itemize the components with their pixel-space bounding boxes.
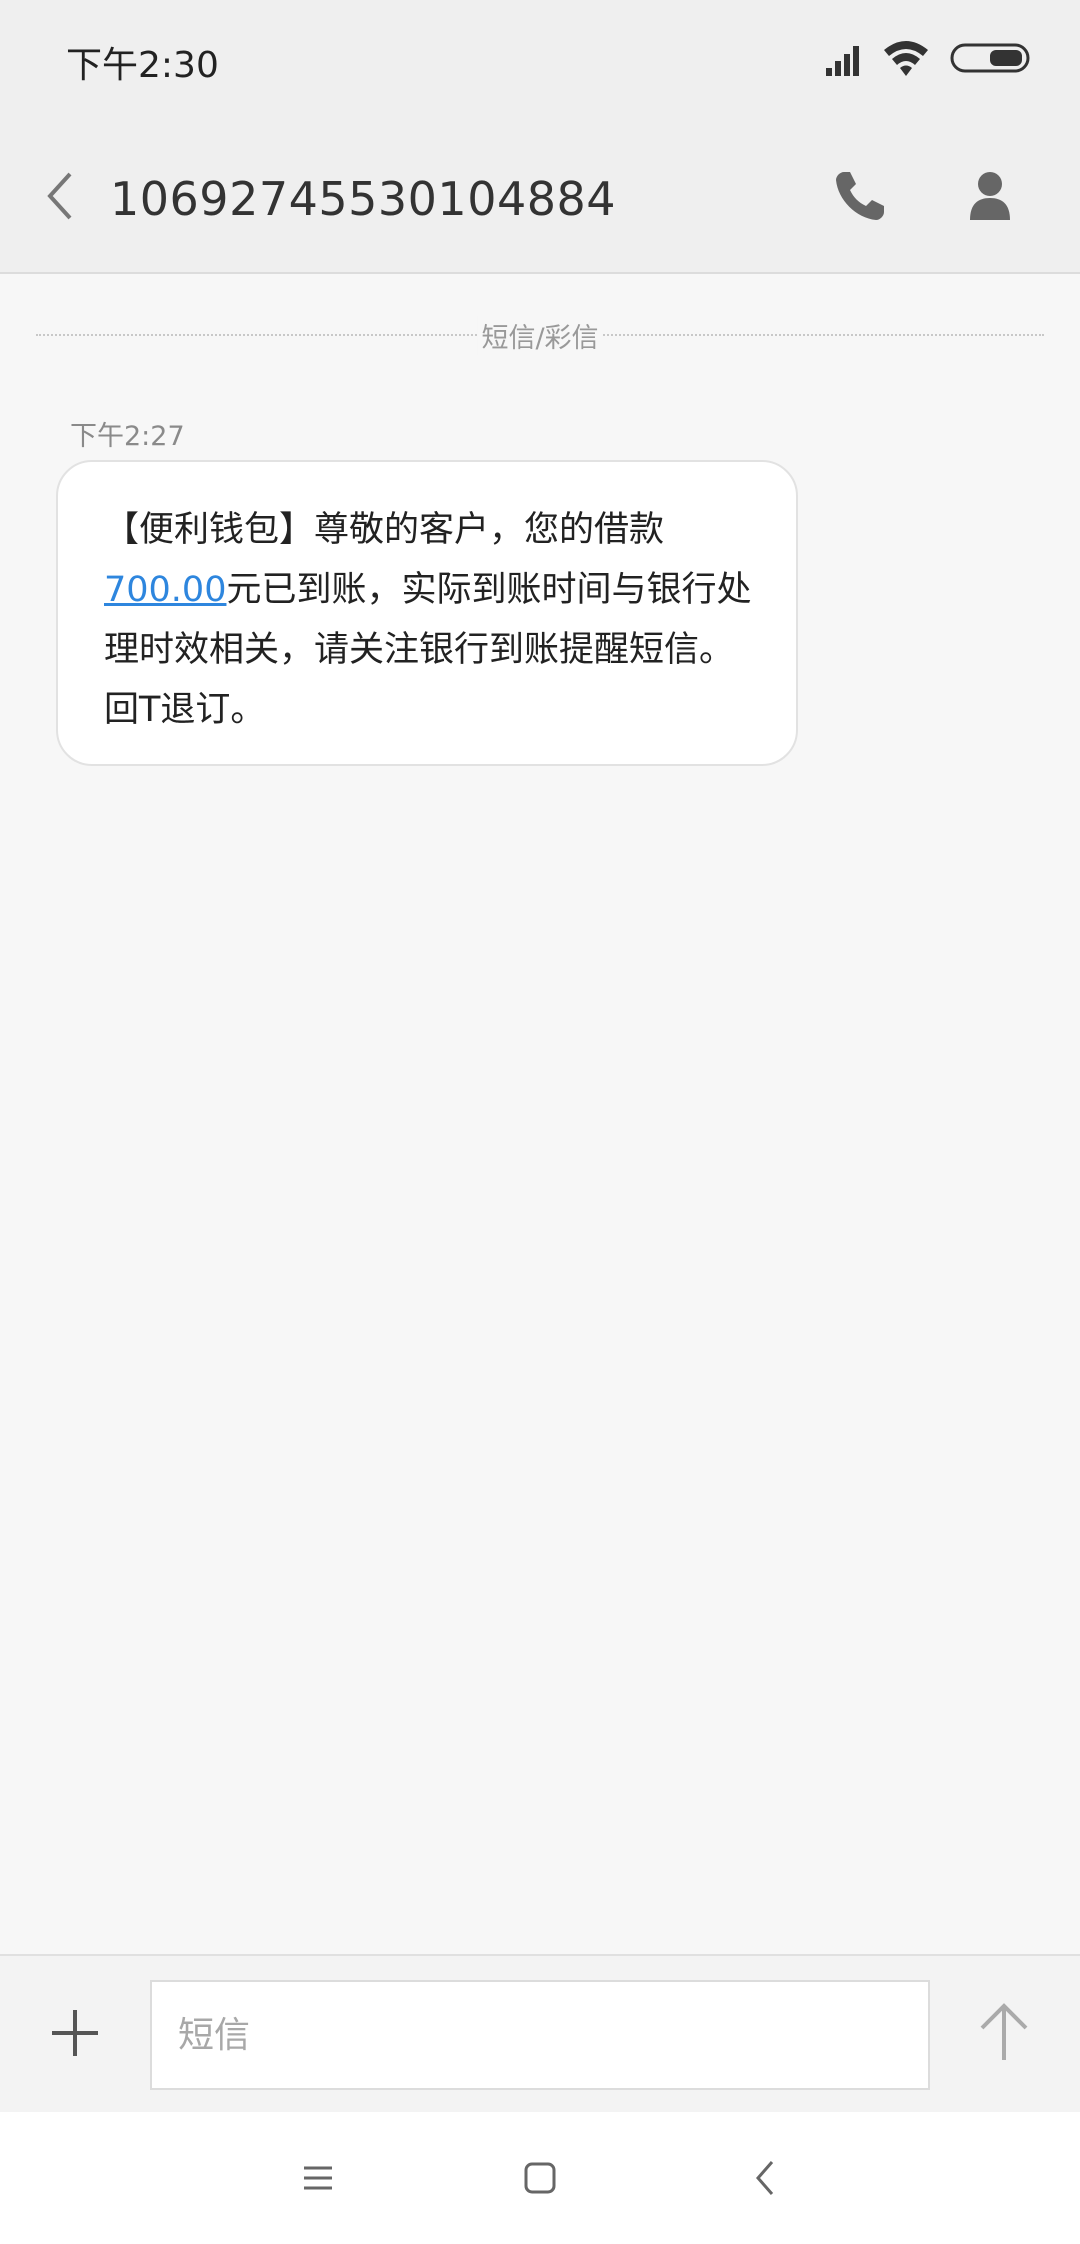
contact-icon (970, 172, 1010, 220)
back-icon (47, 172, 72, 220)
conversation-header: 10692745530104884 (0, 120, 1080, 274)
phone-icon (836, 172, 884, 220)
message-bubble[interactable]: 【便利钱包】尊敬的客户，您的借款700.00元已到账，实际到账时间与银行处理时效… (56, 460, 798, 766)
wifi-icon (884, 41, 928, 76)
menu-icon (304, 2166, 332, 2190)
menu-button[interactable] (298, 2158, 338, 2198)
home-button[interactable] (520, 2158, 560, 2198)
signal-icon (826, 46, 859, 76)
status-bar: 下午2:30 (0, 0, 1080, 120)
back-nav-icon (756, 2161, 774, 2195)
message-input[interactable] (150, 1980, 930, 2090)
plus-icon (52, 2010, 98, 2056)
system-nav-bar (0, 2112, 1080, 2244)
nav-back-button[interactable] (746, 2158, 786, 2198)
call-button[interactable] (828, 164, 892, 228)
message-text-part: 【便利钱包】尊敬的客户，您的借款 (104, 510, 665, 550)
amount-link[interactable]: 700.00 (104, 570, 226, 610)
message-type-divider: 短信/彩信 (36, 316, 1044, 356)
back-button[interactable] (36, 168, 88, 224)
status-time: 下午2:30 (66, 45, 219, 86)
home-icon (524, 2162, 556, 2194)
message-text: 【便利钱包】尊敬的客户，您的借款700.00元已到账，实际到账时间与银行处理时效… (104, 500, 752, 740)
battery-icon (950, 43, 1030, 73)
message-timestamp: 下午2:27 (70, 421, 185, 452)
send-button[interactable] (976, 2000, 1032, 2064)
attach-button[interactable] (48, 2006, 102, 2060)
status-icons (822, 36, 1038, 80)
send-arrow-icon (980, 2003, 1028, 2060)
message-type-label: 短信/彩信 (477, 316, 603, 355)
compose-bar (0, 1954, 1080, 2112)
contact-info-button[interactable] (958, 164, 1022, 228)
contact-number: 10692745530104884 (110, 172, 617, 226)
